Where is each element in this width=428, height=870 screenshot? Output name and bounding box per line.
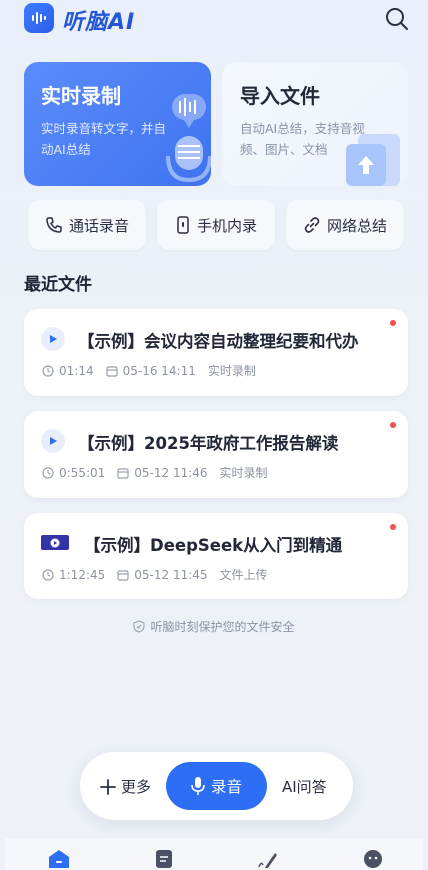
file-meta: 01:14 05-16 14:11 实时录制 (42, 362, 268, 379)
nav-documents[interactable] (152, 848, 176, 870)
phone-icon (46, 217, 62, 233)
phone-record-icon (177, 216, 189, 234)
play-button[interactable] (41, 429, 65, 453)
calendar-icon (117, 467, 129, 479)
bottom-nav (5, 837, 423, 870)
realtime-record-title: 实时录制 (41, 84, 121, 108)
phone-internal-record-button[interactable]: 手机内录 (157, 200, 275, 250)
header: 听脑AI (0, 0, 428, 42)
nav-profile[interactable] (361, 848, 385, 870)
file-card[interactable]: 【示例】DeepSeek从入门到精通 1:12:45 05-12 11:45 文… (24, 513, 408, 599)
phone-internal-record-label: 手机内录 (196, 216, 257, 235)
record-button[interactable]: 录音 (166, 762, 267, 810)
safety-note-text: 听脑时刻保护您的文件安全 (150, 620, 295, 634)
realtime-record-card[interactable]: 实时录制 实时录音转文字，并自动AI总结 (24, 62, 211, 186)
play-icon (50, 437, 57, 445)
file-card[interactable]: 【示例】2025年政府工作报告解读 0:55:01 05-12 11:46 实时… (24, 411, 408, 498)
import-file-title: 导入文件 (240, 84, 320, 108)
unread-dot (390, 320, 396, 326)
file-date: 05-16 14:11 (122, 363, 196, 378)
web-summary-button[interactable]: 网络总结 (286, 200, 404, 250)
file-duration: 1:12:45 (59, 567, 106, 582)
safety-note: 听脑时刻保护您的文件安全 (0, 618, 428, 635)
profile-icon (364, 850, 382, 868)
play-icon (50, 335, 57, 343)
file-source: 文件上传 (219, 568, 268, 582)
file-title: 【示例】2025年政府工作报告解读 (78, 434, 339, 453)
floating-action-bar: 更多 录音 AI问答 (80, 752, 353, 820)
nav-write[interactable] (256, 848, 280, 870)
file-title: 【示例】会议内容自动整理纪要和代办 (78, 332, 359, 351)
file-meta: 0:55:01 05-12 11:46 实时录制 (42, 464, 280, 481)
clock-icon (42, 466, 54, 479)
link-icon (304, 217, 320, 233)
play-button[interactable] (41, 327, 65, 351)
home-icon (49, 850, 69, 868)
more-label: 更多 (121, 778, 152, 796)
import-file-card[interactable]: 导入文件 自动AI总结，支持音视频、图片、文档 (222, 62, 408, 186)
realtime-record-desc: 实时录音转文字，并自动AI总结 (41, 121, 167, 157)
file-date: 05-12 11:46 (134, 465, 208, 480)
upload-illustration-icon (346, 134, 400, 186)
unread-dot (390, 524, 396, 530)
microphone-icon (191, 777, 205, 795)
document-icon (156, 850, 172, 868)
record-label: 录音 (210, 778, 242, 796)
more-button[interactable]: 更多 (100, 776, 151, 797)
search-icon (386, 8, 408, 30)
waveform-icon (32, 12, 46, 24)
call-recording-label: 通话录音 (68, 216, 129, 235)
shield-icon (133, 620, 146, 633)
call-recording-button[interactable]: 通话录音 (28, 200, 146, 250)
app-logo (24, 3, 54, 33)
calendar-icon (105, 365, 118, 377)
play-circle-icon (50, 538, 60, 547)
file-source: 实时录制 (207, 364, 256, 378)
clock-icon (42, 568, 54, 581)
app-title: 听脑AI (62, 10, 136, 35)
file-duration: 01:14 (59, 363, 94, 378)
search-button[interactable] (384, 6, 410, 32)
plus-icon (100, 778, 116, 795)
video-thumbnail (41, 535, 69, 550)
file-duration: 0:55:01 (59, 465, 106, 480)
nav-home[interactable] (47, 848, 71, 870)
web-summary-label: 网络总结 (326, 216, 387, 235)
clock-icon (42, 364, 54, 377)
file-meta: 1:12:45 05-12 11:45 文件上传 (42, 566, 280, 583)
calendar-icon (117, 569, 129, 581)
ai-qa-button[interactable]: AI问答 (282, 776, 327, 797)
recent-files-heading: 最近文件 (24, 275, 92, 295)
file-source: 实时录制 (219, 466, 268, 480)
file-title: 【示例】DeepSeek从入门到精通 (84, 536, 343, 555)
microphone-illustration-icon (166, 94, 211, 183)
file-card[interactable]: 【示例】会议内容自动整理纪要和代办 01:14 05-16 14:11 实时录制 (24, 309, 408, 396)
pen-icon (258, 853, 277, 868)
file-date: 05-12 11:45 (134, 567, 208, 582)
unread-dot (390, 422, 396, 428)
